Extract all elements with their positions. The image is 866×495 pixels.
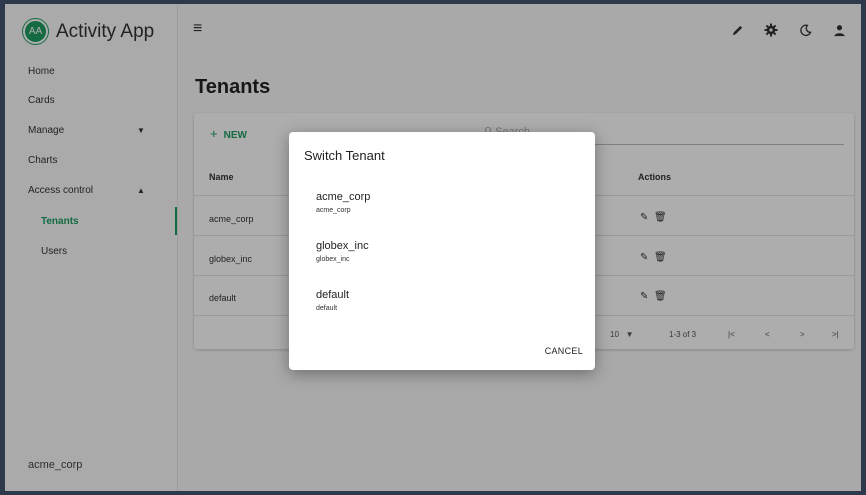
tenant-option-default[interactable]: default default xyxy=(316,289,566,312)
app-window: AA Activity App Home Cards Manage ▼ Char… xyxy=(5,4,861,491)
tenant-option-id: acme_corp xyxy=(316,207,351,214)
tenant-option-id: default xyxy=(316,305,338,312)
tenant-option-name: acme_corp xyxy=(316,191,371,203)
cancel-button[interactable]: CANCEL xyxy=(545,346,583,356)
tenant-option-id: globex_inc xyxy=(316,256,350,263)
tenant-option-globex-inc[interactable]: globex_inc globex_inc xyxy=(316,240,566,263)
tenant-option-name: globex_inc xyxy=(316,240,369,252)
switch-tenant-dialog: Switch Tenant acme_corp acme_corp globex… xyxy=(289,132,595,370)
tenant-option-name: default xyxy=(316,289,350,301)
dialog-title: Switch Tenant xyxy=(304,148,385,163)
tenant-option-acme-corp[interactable]: acme_corp acme_corp xyxy=(316,191,566,214)
